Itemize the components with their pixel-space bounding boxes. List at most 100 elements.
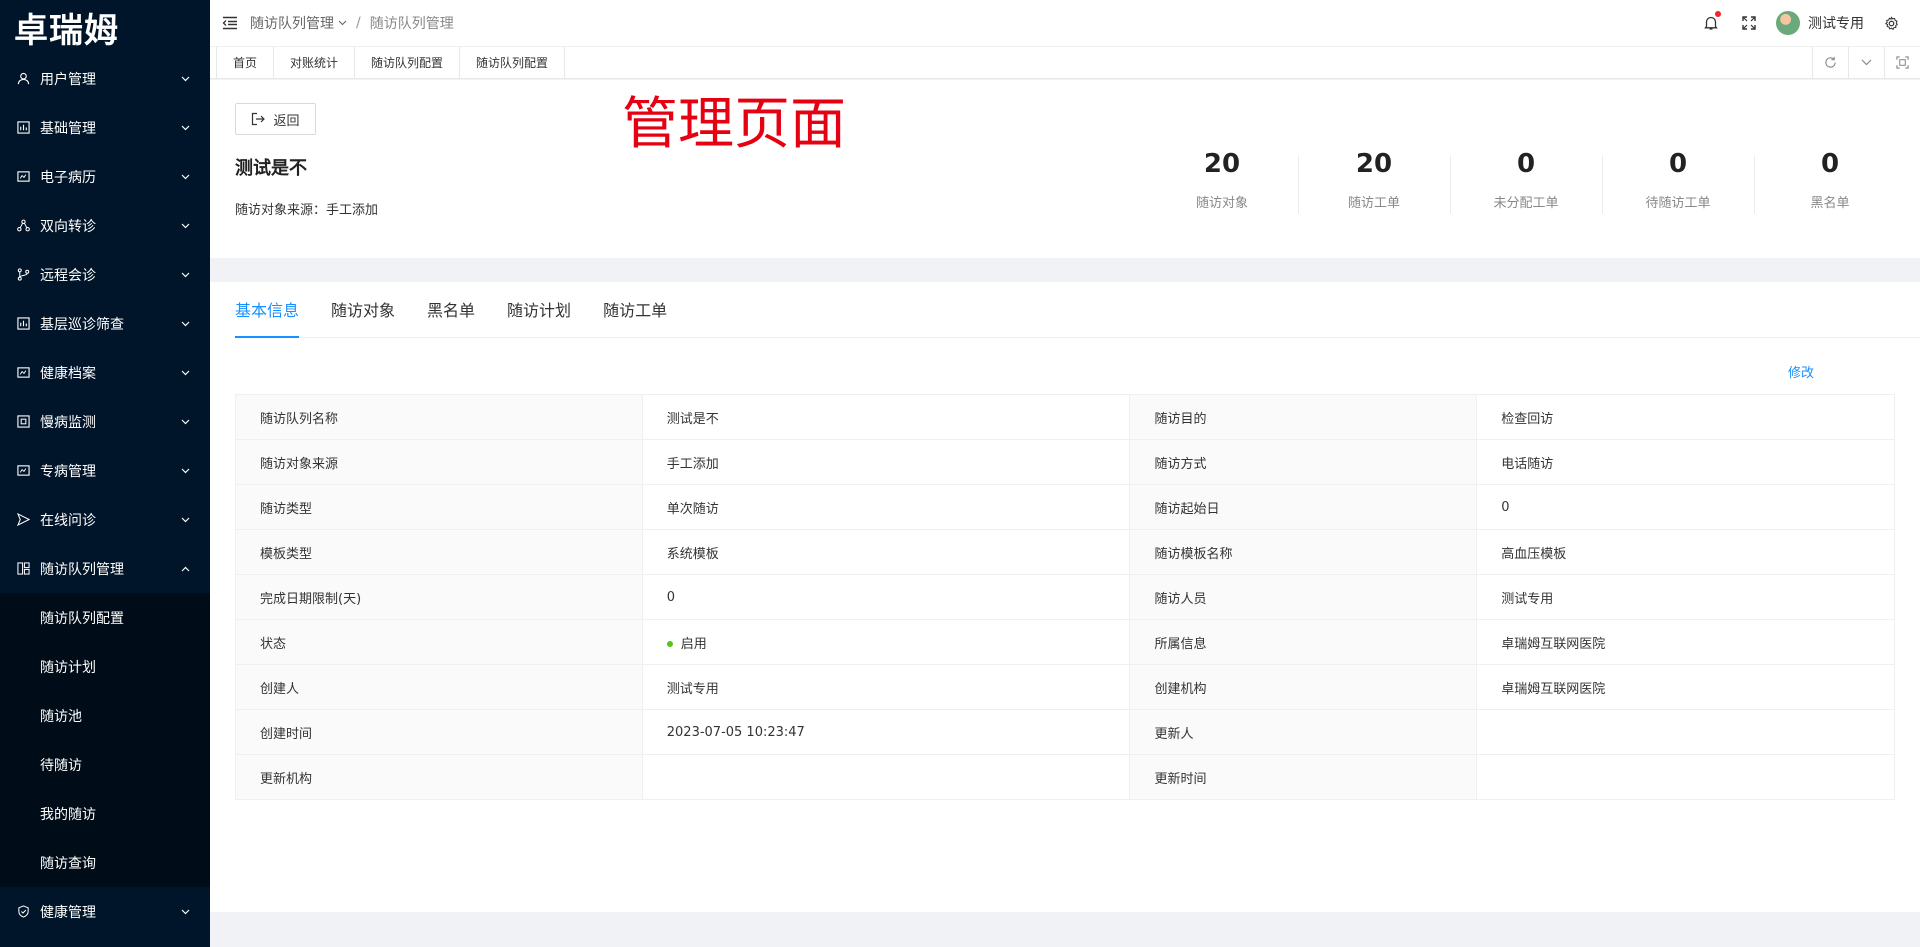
field-label: 随访人员 — [1129, 574, 1478, 620]
sidebar-item-emr[interactable]: 电子病历 — [0, 152, 210, 201]
record-icon — [16, 170, 30, 184]
sidebar-item-referral[interactable]: 双向转诊 — [0, 201, 210, 250]
field-value: 系统模板 — [641, 529, 1131, 575]
stat-label: 随访对象 — [1195, 196, 1248, 211]
stat-value: 20 — [1355, 149, 1393, 179]
sidebar-menu-bottom: 健康管理 — [0, 887, 210, 936]
chart-icon — [16, 317, 30, 331]
field-label: 随访目的 — [1129, 394, 1478, 440]
page-tabs-bar: 首页 对账统计 随访队列配置 随访队列配置 — [210, 47, 1920, 79]
field-label: 创建机构 — [1129, 664, 1478, 710]
expand-icon[interactable] — [1884, 47, 1920, 78]
sidebar-item-label: 健康管理 — [40, 904, 96, 921]
grid-icon — [16, 562, 30, 576]
sidebar-item-label: 用户管理 — [40, 71, 96, 88]
stat-label: 随访工单 — [1347, 196, 1400, 211]
stat-value: 20 — [1203, 149, 1241, 179]
breadcrumb: 随访队列管理 / 随访队列管理 — [250, 13, 454, 33]
chevron-down-icon — [338, 20, 347, 26]
field-label: 更新机构 — [235, 754, 643, 800]
chevron-down-icon — [180, 515, 190, 525]
submenu-item-queue-config[interactable]: 随访队列配置 — [0, 593, 210, 642]
stat-followup-objects[interactable]: 20 随访对象 — [1146, 148, 1298, 218]
stat-work-orders[interactable]: 20 随访工单 — [1298, 148, 1450, 218]
tab-reconciliation[interactable]: 对账统计 — [274, 47, 356, 78]
field-label: 随访方式 — [1129, 439, 1478, 485]
sidebar-item-online-consultation[interactable]: 在线问诊 — [0, 495, 210, 544]
sidebar-item-remote-consultation[interactable]: 远程会诊 — [0, 250, 210, 299]
sidebar-item-screening[interactable]: 基层巡诊筛查 — [0, 299, 210, 348]
branch-icon — [16, 268, 30, 282]
avatar[interactable] — [1776, 11, 1800, 35]
field-label: 更新人 — [1129, 709, 1478, 755]
tab-basic-info[interactable]: 基本信息 — [235, 281, 300, 338]
top-header: 随访队列管理 / 随访队列管理 测试专用 — [210, 0, 1920, 47]
sidebar-item-label: 在线问诊 — [40, 512, 96, 529]
stat-unassigned[interactable]: 0 未分配工单 — [1450, 148, 1602, 218]
logo: 卓瑞姆 — [14, 10, 119, 51]
table-row: 随访类型 单次随访 随访起始日 0 — [235, 484, 1895, 530]
chevron-down-icon — [180, 221, 190, 231]
username[interactable]: 测试专用 — [1808, 13, 1864, 33]
submenu-item-plan[interactable]: 随访计划 — [0, 642, 210, 691]
back-button[interactable]: 返回 — [235, 103, 316, 135]
field-value: 电话随访 — [1476, 439, 1895, 485]
menu-fold-icon[interactable] — [222, 15, 238, 31]
breadcrumb-item[interactable]: 随访队列管理 — [250, 13, 347, 33]
sidebar: 卓瑞姆 用户管理 基础管理 电子病历 双向转诊 远程会诊 基层巡诊筛查 健康档案… — [0, 0, 210, 947]
sidebar-item-label: 远程会诊 — [40, 267, 96, 284]
field-value: 卓瑞姆互联网医院 — [1476, 664, 1895, 710]
tab-followup-plan[interactable]: 随访计划 — [507, 281, 571, 337]
sidebar-item-health-management[interactable]: 健康管理 — [0, 887, 210, 936]
field-label: 更新时间 — [1129, 754, 1478, 800]
table-row: 状态 启用 所属信息 卓瑞姆互联网医院 — [235, 619, 1895, 665]
back-label: 返回 — [273, 112, 300, 128]
sidebar-item-chronic-monitoring[interactable]: 慢病监测 — [0, 397, 210, 446]
field-label: 随访起始日 — [1129, 484, 1478, 530]
stat-pending[interactable]: 0 待随访工单 — [1602, 148, 1754, 218]
sidebar-item-followup-queue[interactable]: 随访队列管理 — [0, 544, 210, 593]
chevron-down-icon — [180, 172, 190, 182]
field-value: 检查回访 — [1476, 394, 1895, 440]
field-value: 测试专用 — [1476, 574, 1895, 620]
gear-icon[interactable] — [1882, 14, 1900, 32]
chevron-down-icon — [180, 270, 190, 280]
stat-label: 黑名单 — [1810, 196, 1850, 211]
sidebar-item-user-management[interactable]: 用户管理 — [0, 54, 210, 103]
breadcrumb-label: 随访队列管理 — [250, 16, 334, 32]
tab-home[interactable]: 首页 — [216, 47, 275, 78]
sidebar-item-label: 健康档案 — [40, 365, 96, 382]
edit-link[interactable]: 修改 — [1788, 362, 1814, 381]
bell-icon[interactable] — [1702, 11, 1721, 32]
submenu-item-pool[interactable]: 随访池 — [0, 691, 210, 740]
field-value: 0 — [1476, 484, 1895, 530]
submenu-item-mine[interactable]: 我的随访 — [0, 789, 210, 838]
field-label: 创建人 — [235, 664, 643, 710]
tab-blacklist[interactable]: 黑名单 — [427, 281, 475, 337]
annotation-text: 管理页面 — [622, 92, 846, 157]
tab-tools — [1812, 47, 1920, 78]
chevron-down-icon — [180, 123, 190, 133]
chevron-up-icon — [180, 564, 190, 574]
record-icon — [16, 366, 30, 380]
tab-work-orders[interactable]: 随访工单 — [603, 281, 667, 337]
chevron-down-icon[interactable] — [1848, 47, 1884, 78]
refresh-icon[interactable] — [1812, 47, 1848, 78]
stat-blacklist[interactable]: 0 黑名单 — [1754, 148, 1906, 218]
field-value-status: 启用 — [641, 619, 1131, 665]
tab-queue-config[interactable]: 随访队列配置 — [355, 47, 461, 78]
sidebar-item-health-records[interactable]: 健康档案 — [0, 348, 210, 397]
submenu-item-pending[interactable]: 待随访 — [0, 740, 210, 789]
chevron-down-icon — [180, 907, 190, 917]
tab-followup-objects[interactable]: 随访对象 — [331, 281, 395, 337]
detail-tabs: 基本信息 随访对象 黑名单 随访计划 随访工单 — [235, 282, 1920, 338]
sidebar-menu: 用户管理 基础管理 电子病历 双向转诊 远程会诊 基层巡诊筛查 健康档案 慢病监… — [0, 54, 210, 593]
table-row: 更新机构 更新时间 — [235, 754, 1895, 800]
shield-icon — [16, 905, 30, 919]
submenu-item-query[interactable]: 随访查询 — [0, 838, 210, 887]
sidebar-item-basic-management[interactable]: 基础管理 — [0, 103, 210, 152]
sidebar-item-disease-management[interactable]: 专病管理 — [0, 446, 210, 495]
tab-queue-config-detail[interactable]: 随访队列配置 — [460, 47, 566, 78]
fullscreen-icon[interactable] — [1740, 14, 1758, 32]
field-label: 所属信息 — [1129, 619, 1478, 665]
